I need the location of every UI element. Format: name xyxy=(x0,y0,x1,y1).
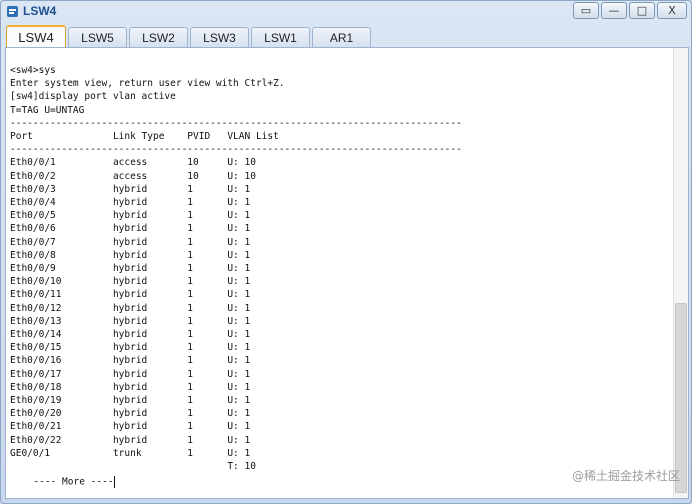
tab-lsw5[interactable]: LSW5 xyxy=(68,27,127,47)
minimize-button[interactable]: — xyxy=(601,2,627,19)
tab-lsw1[interactable]: LSW1 xyxy=(251,27,310,47)
more-prompt: ---- More ---- xyxy=(22,476,115,488)
terminal-line: Eth0/0/3 hybrid 1 U: 1 xyxy=(10,183,251,195)
terminal-line: [sw4]display port vlan active xyxy=(10,91,176,103)
terminal-line: Eth0/0/19 hybrid 1 U: 1 xyxy=(10,395,251,407)
terminal-line: Eth0/0/17 hybrid 1 U: 1 xyxy=(10,368,251,380)
close-button[interactable]: X xyxy=(657,2,687,19)
tab-lsw4[interactable]: LSW4 xyxy=(6,25,66,47)
terminal-line: Eth0/0/5 hybrid 1 U: 1 xyxy=(10,210,251,222)
terminal-line: T=TAG U=UNTAG xyxy=(10,104,85,116)
window-title: LSW4 xyxy=(23,4,57,18)
maximize-icon: □ xyxy=(636,4,648,17)
restore-icon: ▭ xyxy=(580,4,592,17)
terminal-line: ----------------------------------------… xyxy=(10,117,462,129)
tab-ar1[interactable]: AR1 xyxy=(312,27,371,47)
terminal-line: Eth0/0/9 hybrid 1 U: 1 xyxy=(10,263,251,275)
scrollbar-thumb[interactable] xyxy=(675,303,687,493)
window-controls: ▭ — □ X xyxy=(573,2,687,21)
terminal-line: Eth0/0/16 hybrid 1 U: 1 xyxy=(10,355,251,367)
terminal-line: Eth0/0/20 hybrid 1 U: 1 xyxy=(10,408,251,420)
tab-lsw3[interactable]: LSW3 xyxy=(190,27,249,47)
terminal-line: T: 10 xyxy=(10,461,256,473)
terminal-line: Eth0/0/18 hybrid 1 U: 1 xyxy=(10,381,251,393)
vertical-scrollbar[interactable] xyxy=(673,48,688,498)
device-tabs: LSW4 LSW5 LSW2 LSW3 LSW1 AR1 xyxy=(6,25,373,47)
terminal-line: Eth0/0/6 hybrid 1 U: 1 xyxy=(10,223,251,235)
terminal-line: <sw4>sys xyxy=(10,65,56,76)
more-prompt-text: ---- More ---- xyxy=(22,476,114,488)
terminal-line: Eth0/0/2 access 10 U: 10 xyxy=(10,170,256,182)
close-icon: X xyxy=(668,4,676,17)
title-bar[interactable]: LSW4 ▭ — □ X xyxy=(1,1,691,23)
device-app-icon xyxy=(7,6,18,17)
text-cursor xyxy=(113,476,115,488)
terminal-line: Eth0/0/13 hybrid 1 U: 1 xyxy=(10,315,251,327)
terminal-line: Port Link Type PVID VLAN List xyxy=(10,131,279,143)
terminal-line: Eth0/0/10 hybrid 1 U: 1 xyxy=(10,276,251,288)
watermark: @稀土掘金技术社区 xyxy=(571,469,680,483)
terminal-line: Eth0/0/14 hybrid 1 U: 1 xyxy=(10,329,251,341)
terminal-lines: <sw4>sys Enter system view, return user … xyxy=(10,64,462,473)
terminal-line: GE0/0/1 trunk 1 U: 1 xyxy=(10,447,251,459)
restore-button[interactable]: ▭ xyxy=(573,2,599,19)
tab-lsw2[interactable]: LSW2 xyxy=(129,27,188,47)
terminal-output[interactable]: <sw4>sys Enter system view, return user … xyxy=(5,47,689,499)
terminal-line: Eth0/0/15 hybrid 1 U: 1 xyxy=(10,342,251,354)
terminal-line: ----------------------------------------… xyxy=(10,144,462,156)
minimize-icon: — xyxy=(608,4,620,17)
terminal-line: Eth0/0/8 hybrid 1 U: 1 xyxy=(10,249,251,261)
terminal-line: Eth0/0/22 hybrid 1 U: 1 xyxy=(10,434,251,446)
console-window: LSW4 ▭ — □ X LSW4 LSW5 LSW2 LSW3 LSW1 AR… xyxy=(0,0,692,504)
terminal-line: Eth0/0/12 hybrid 1 U: 1 xyxy=(10,302,251,314)
maximize-button[interactable]: □ xyxy=(629,2,655,19)
terminal-line: Eth0/0/4 hybrid 1 U: 1 xyxy=(10,197,251,209)
terminal-line: Eth0/0/1 access 10 U: 10 xyxy=(10,157,256,169)
terminal-line: Enter system view, return user view with… xyxy=(10,78,285,90)
terminal-line: Eth0/0/21 hybrid 1 U: 1 xyxy=(10,421,251,433)
terminal-line: Eth0/0/11 hybrid 1 U: 1 xyxy=(10,289,251,301)
terminal-line: Eth0/0/7 hybrid 1 U: 1 xyxy=(10,236,251,248)
